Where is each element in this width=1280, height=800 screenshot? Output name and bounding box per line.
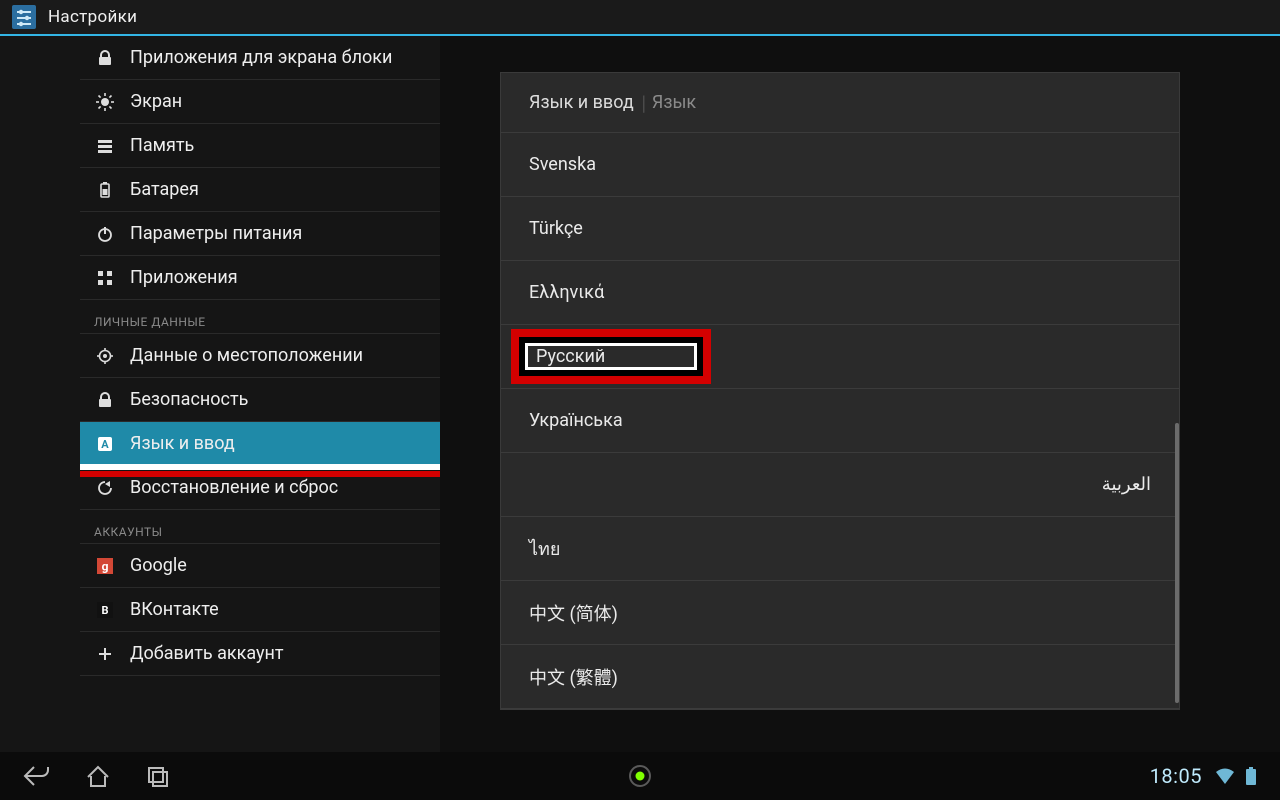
breadcrumb-parent[interactable]: Язык и ввод — [529, 92, 634, 113]
language-option-greek[interactable]: Ελληνικά — [501, 261, 1179, 325]
vk-icon: B — [94, 601, 116, 619]
sidebar-item-add-account[interactable]: Добавить аккаунт — [80, 632, 440, 676]
scrollbar[interactable] — [1173, 133, 1179, 709]
content: Язык и ввод | Язык Svenska Türkçe Ελληνι… — [440, 36, 1280, 752]
language-option-arabic[interactable]: العربية — [501, 453, 1179, 517]
language-icon: A — [94, 435, 116, 453]
sidebar: Приложения для экрана блоки Экран Память… — [0, 36, 440, 752]
language-panel: Язык и ввод | Язык Svenska Türkçe Ελληνι… — [500, 72, 1180, 710]
svg-text:B: B — [101, 604, 108, 617]
sidebar-item-label: ВКонтакте — [130, 599, 219, 620]
language-label: Українська — [529, 410, 623, 431]
apps-icon — [94, 269, 116, 287]
battery-status-icon — [1244, 766, 1258, 786]
back-button[interactable] — [22, 763, 52, 789]
sidebar-item-label: Параметры питания — [130, 223, 302, 244]
svg-text:A: A — [101, 438, 109, 451]
svg-text:g: g — [102, 559, 109, 573]
battery-icon — [94, 181, 116, 199]
sidebar-item-label: Google — [130, 555, 187, 576]
navigation-bar: 18:05 — [0, 752, 1280, 800]
sidebar-item-label: Безопасность — [130, 389, 248, 410]
language-label: العربية — [1102, 474, 1151, 495]
sidebar-item-label: Приложения для экрана блоки — [130, 47, 392, 68]
backup-icon — [94, 479, 116, 497]
titlebar-title: Настройки — [48, 7, 137, 27]
sidebar-item-label: Язык и ввод — [130, 433, 235, 454]
section-header-label: ЛИЧНЫЕ ДАННЫЕ — [94, 315, 206, 329]
sidebar-item-label: Память — [130, 135, 194, 156]
sidebar-item-storage[interactable]: Память — [80, 124, 440, 168]
sidebar-item-backup-reset[interactable]: Восстановление и сброс — [80, 466, 440, 510]
sidebar-item-label: Батарея — [130, 179, 199, 200]
wifi-icon — [1214, 766, 1236, 786]
sidebar-item-apps[interactable]: Приложения — [80, 256, 440, 300]
titlebar: Настройки — [0, 0, 1280, 36]
voice-search-button[interactable] — [627, 763, 653, 789]
sidebar-item-label: Приложения — [130, 267, 238, 288]
language-label: 中文 (简体) — [529, 600, 618, 626]
sidebar-section-accounts: АККАУНТЫ — [80, 510, 440, 544]
recent-apps-button[interactable] — [144, 763, 172, 789]
language-label: Ελληνικά — [529, 282, 604, 303]
breadcrumb: Язык и ввод | Язык — [501, 73, 1179, 133]
sidebar-item-display[interactable]: Экран — [80, 80, 440, 124]
sidebar-item-battery[interactable]: Батарея — [80, 168, 440, 212]
sidebar-section-personal: ЛИЧНЫЕ ДАННЫЕ — [80, 300, 440, 334]
language-label: ไทย — [529, 534, 560, 563]
lock-icon — [94, 49, 116, 67]
sidebar-item-lockscreen-apps[interactable]: Приложения для экрана блоки — [80, 36, 440, 80]
sidebar-item-vk[interactable]: B ВКонтакте — [80, 588, 440, 632]
storage-icon — [94, 137, 116, 155]
sidebar-item-location[interactable]: Данные о местоположении — [80, 334, 440, 378]
language-label: 中文 (繁體) — [529, 664, 618, 690]
language-option-chinese-simplified[interactable]: 中文 (简体) — [501, 581, 1179, 645]
main: Приложения для экрана блоки Экран Память… — [0, 36, 1280, 752]
language-option-ukrainian[interactable]: Українська — [501, 389, 1179, 453]
home-button[interactable] — [84, 763, 112, 789]
sidebar-item-label: Добавить аккаунт — [130, 643, 284, 664]
language-label: Türkçe — [529, 218, 583, 239]
section-header-label: АККАУНТЫ — [94, 525, 163, 539]
sidebar-item-google[interactable]: g Google — [80, 544, 440, 588]
language-option-turkce[interactable]: Türkçe — [501, 197, 1179, 261]
language-option-russian[interactable]: Русский — [501, 325, 1179, 389]
sidebar-item-language-input[interactable]: A Язык и ввод — [80, 422, 440, 466]
language-option-chinese-traditional[interactable]: 中文 (繁體) — [501, 645, 1179, 709]
sidebar-item-label: Экран — [130, 91, 182, 112]
brightness-icon — [94, 93, 116, 111]
language-label: Svenska — [529, 154, 596, 175]
location-icon — [94, 347, 116, 365]
power-icon — [94, 225, 116, 243]
breadcrumb-separator-icon: | — [642, 91, 646, 115]
language-option-thai[interactable]: ไทย — [501, 517, 1179, 581]
settings-icon — [10, 3, 38, 31]
breadcrumb-current: Язык — [652, 92, 696, 113]
sidebar-item-security[interactable]: Безопасность — [80, 378, 440, 422]
language-option-svenska[interactable]: Svenska — [501, 133, 1179, 197]
google-icon: g — [94, 557, 116, 575]
language-label: Русский — [536, 346, 605, 367]
sidebar-item-label: Восстановление и сброс — [130, 477, 338, 498]
status-clock[interactable]: 18:05 — [1150, 764, 1202, 788]
plus-icon — [94, 645, 116, 663]
sidebar-item-power[interactable]: Параметры питания — [80, 212, 440, 256]
annotation-highlight-box: Русский — [511, 329, 711, 384]
lock-icon — [94, 391, 116, 409]
sidebar-item-label: Данные о местоположении — [130, 345, 363, 366]
